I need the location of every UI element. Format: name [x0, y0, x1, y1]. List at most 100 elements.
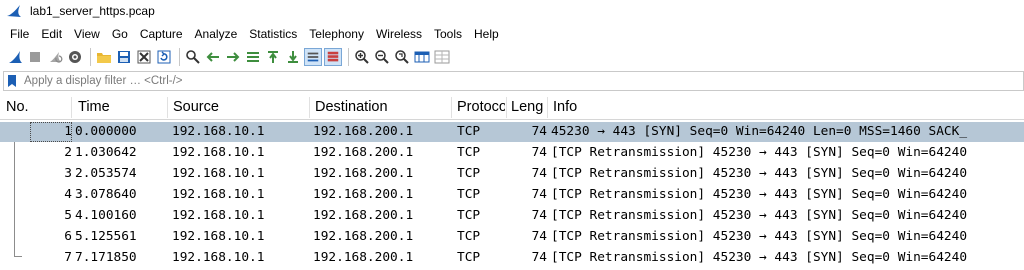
- close-file-icon[interactable]: [135, 48, 153, 66]
- packet-row[interactable]: 4 3.078640 192.168.10.1 192.168.200.1 TC…: [0, 185, 1024, 205]
- menu-tools[interactable]: Tools: [428, 24, 468, 44]
- save-file-icon[interactable]: [115, 48, 133, 66]
- zoom-out-icon[interactable]: [373, 48, 391, 66]
- packet-no: 5: [64, 208, 72, 223]
- packet-info: [TCP Retransmission] 45230 → 443 [SYN] S…: [551, 208, 968, 223]
- normal-size-icon[interactable]: [393, 48, 411, 66]
- capture-options-icon[interactable]: [66, 48, 84, 66]
- packet-row[interactable]: 7 7.171850 192.168.10.1 192.168.200.1 TC…: [0, 248, 1024, 268]
- go-last-packet-icon[interactable]: [284, 48, 302, 66]
- menu-bar: File Edit View Go Capture Analyze Statis…: [0, 24, 1024, 44]
- stop-capture-icon[interactable]: [26, 48, 44, 66]
- window-title: lab1_server_https.pcap: [30, 4, 155, 18]
- packet-no: 7: [64, 250, 72, 265]
- packet-protocol: TCP: [457, 208, 481, 223]
- reload-file-icon[interactable]: [155, 48, 173, 66]
- packet-destination: 192.168.200.1: [313, 229, 414, 244]
- packet-time: 3.078640: [75, 187, 137, 202]
- column-divider[interactable]: [309, 97, 310, 118]
- column-header-no[interactable]: No.: [6, 95, 70, 120]
- packet-length: 74: [531, 208, 547, 223]
- packet-destination: 192.168.200.1: [313, 187, 414, 202]
- menu-view[interactable]: View: [68, 24, 106, 44]
- packet-source: 192.168.10.1: [172, 229, 265, 244]
- packet-destination: 192.168.200.1: [313, 124, 414, 139]
- display-filter-input[interactable]: [20, 72, 1023, 90]
- title-bar: lab1_server_https.pcap: [0, 0, 1024, 22]
- packet-source: 192.168.10.1: [172, 208, 265, 223]
- packet-protocol: TCP: [457, 187, 481, 202]
- autoscroll-icon[interactable]: [304, 48, 322, 66]
- zoom-in-icon[interactable]: [353, 48, 371, 66]
- wireshark-app-icon: [7, 5, 21, 17]
- packet-destination: 192.168.200.1: [313, 208, 414, 223]
- column-divider[interactable]: [167, 97, 168, 118]
- find-packet-icon[interactable]: [184, 48, 202, 66]
- menu-file[interactable]: File: [4, 24, 35, 44]
- menu-capture[interactable]: Capture: [134, 24, 189, 44]
- go-to-packet-icon[interactable]: [244, 48, 262, 66]
- packet-info: 45230 → 443 [SYN] Seq=0 Win=64240 Len=0 …: [551, 124, 968, 139]
- packet-source: 192.168.10.1: [172, 166, 265, 181]
- packet-source: 192.168.10.1: [172, 145, 265, 160]
- packet-protocol: TCP: [457, 166, 481, 181]
- column-header-time[interactable]: Time: [78, 95, 166, 120]
- packet-protocol: TCP: [457, 250, 481, 265]
- packet-time: 4.100160: [75, 208, 137, 223]
- menu-analyze[interactable]: Analyze: [189, 24, 244, 44]
- column-header-source[interactable]: Source: [173, 95, 309, 120]
- resize-columns-icon[interactable]: [413, 48, 431, 66]
- packet-time: 2.053574: [75, 166, 137, 181]
- packet-no: 3: [64, 166, 72, 181]
- packet-time: 1.030642: [75, 145, 137, 160]
- packet-time: 5.125561: [75, 229, 137, 244]
- packet-info: [TCP Retransmission] 45230 → 443 [SYN] S…: [551, 166, 968, 181]
- packet-protocol: TCP: [457, 124, 481, 139]
- colorize-icon[interactable]: [324, 48, 342, 66]
- restart-capture-icon[interactable]: [46, 48, 64, 66]
- menu-statistics[interactable]: Statistics: [243, 24, 303, 44]
- column-divider[interactable]: [547, 97, 548, 118]
- packet-info: [TCP Retransmission] 45230 → 443 [SYN] S…: [551, 250, 968, 265]
- packet-row[interactable]: 5 4.100160 192.168.10.1 192.168.200.1 TC…: [0, 206, 1024, 226]
- go-forward-icon[interactable]: [224, 48, 242, 66]
- packet-no: 4: [64, 187, 72, 202]
- column-header-destination[interactable]: Destination: [315, 95, 451, 120]
- column-header-protocol[interactable]: Protoco: [457, 95, 505, 120]
- packet-no: 6: [64, 229, 72, 244]
- toolbar-separator: [90, 48, 91, 66]
- toolbar-separator: [179, 48, 180, 66]
- display-filter-bar: [3, 71, 1024, 91]
- menu-edit[interactable]: Edit: [35, 24, 68, 44]
- packet-row[interactable]: 2 1.030642 192.168.10.1 192.168.200.1 TC…: [0, 143, 1024, 163]
- packet-source: 192.168.10.1: [172, 124, 265, 139]
- packet-protocol: TCP: [457, 145, 481, 160]
- packet-time: 0.000000: [75, 124, 137, 139]
- go-back-icon[interactable]: [204, 48, 222, 66]
- packet-protocol: TCP: [457, 229, 481, 244]
- column-header-length[interactable]: Leng: [511, 95, 545, 120]
- menu-wireless[interactable]: Wireless: [370, 24, 428, 44]
- column-header-info[interactable]: Info: [553, 95, 653, 120]
- go-first-packet-icon[interactable]: [264, 48, 282, 66]
- packet-no: 2: [64, 145, 72, 160]
- packet-time: 7.171850: [75, 250, 137, 265]
- column-divider[interactable]: [451, 97, 452, 118]
- column-divider[interactable]: [71, 97, 72, 118]
- menu-help[interactable]: Help: [468, 24, 505, 44]
- toolbar-separator: [348, 48, 349, 66]
- open-file-icon[interactable]: [95, 48, 113, 66]
- expand-subtrees-icon[interactable]: [433, 48, 451, 66]
- packet-info: [TCP Retransmission] 45230 → 443 [SYN] S…: [551, 187, 968, 202]
- bookmark-icon[interactable]: [4, 72, 20, 90]
- menu-telephony[interactable]: Telephony: [303, 24, 370, 44]
- packet-destination: 192.168.200.1: [313, 250, 414, 265]
- packet-row[interactable]: 1 0.000000 192.168.10.1 192.168.200.1 TC…: [0, 122, 1024, 142]
- packet-row[interactable]: 6 5.125561 192.168.10.1 192.168.200.1 TC…: [0, 227, 1024, 247]
- packet-row[interactable]: 3 2.053574 192.168.10.1 192.168.200.1 TC…: [0, 164, 1024, 184]
- packet-length: 74: [531, 124, 547, 139]
- packet-source: 192.168.10.1: [172, 250, 265, 265]
- column-divider[interactable]: [506, 97, 507, 118]
- shark-fin-start-icon[interactable]: [6, 48, 24, 66]
- menu-go[interactable]: Go: [106, 24, 134, 44]
